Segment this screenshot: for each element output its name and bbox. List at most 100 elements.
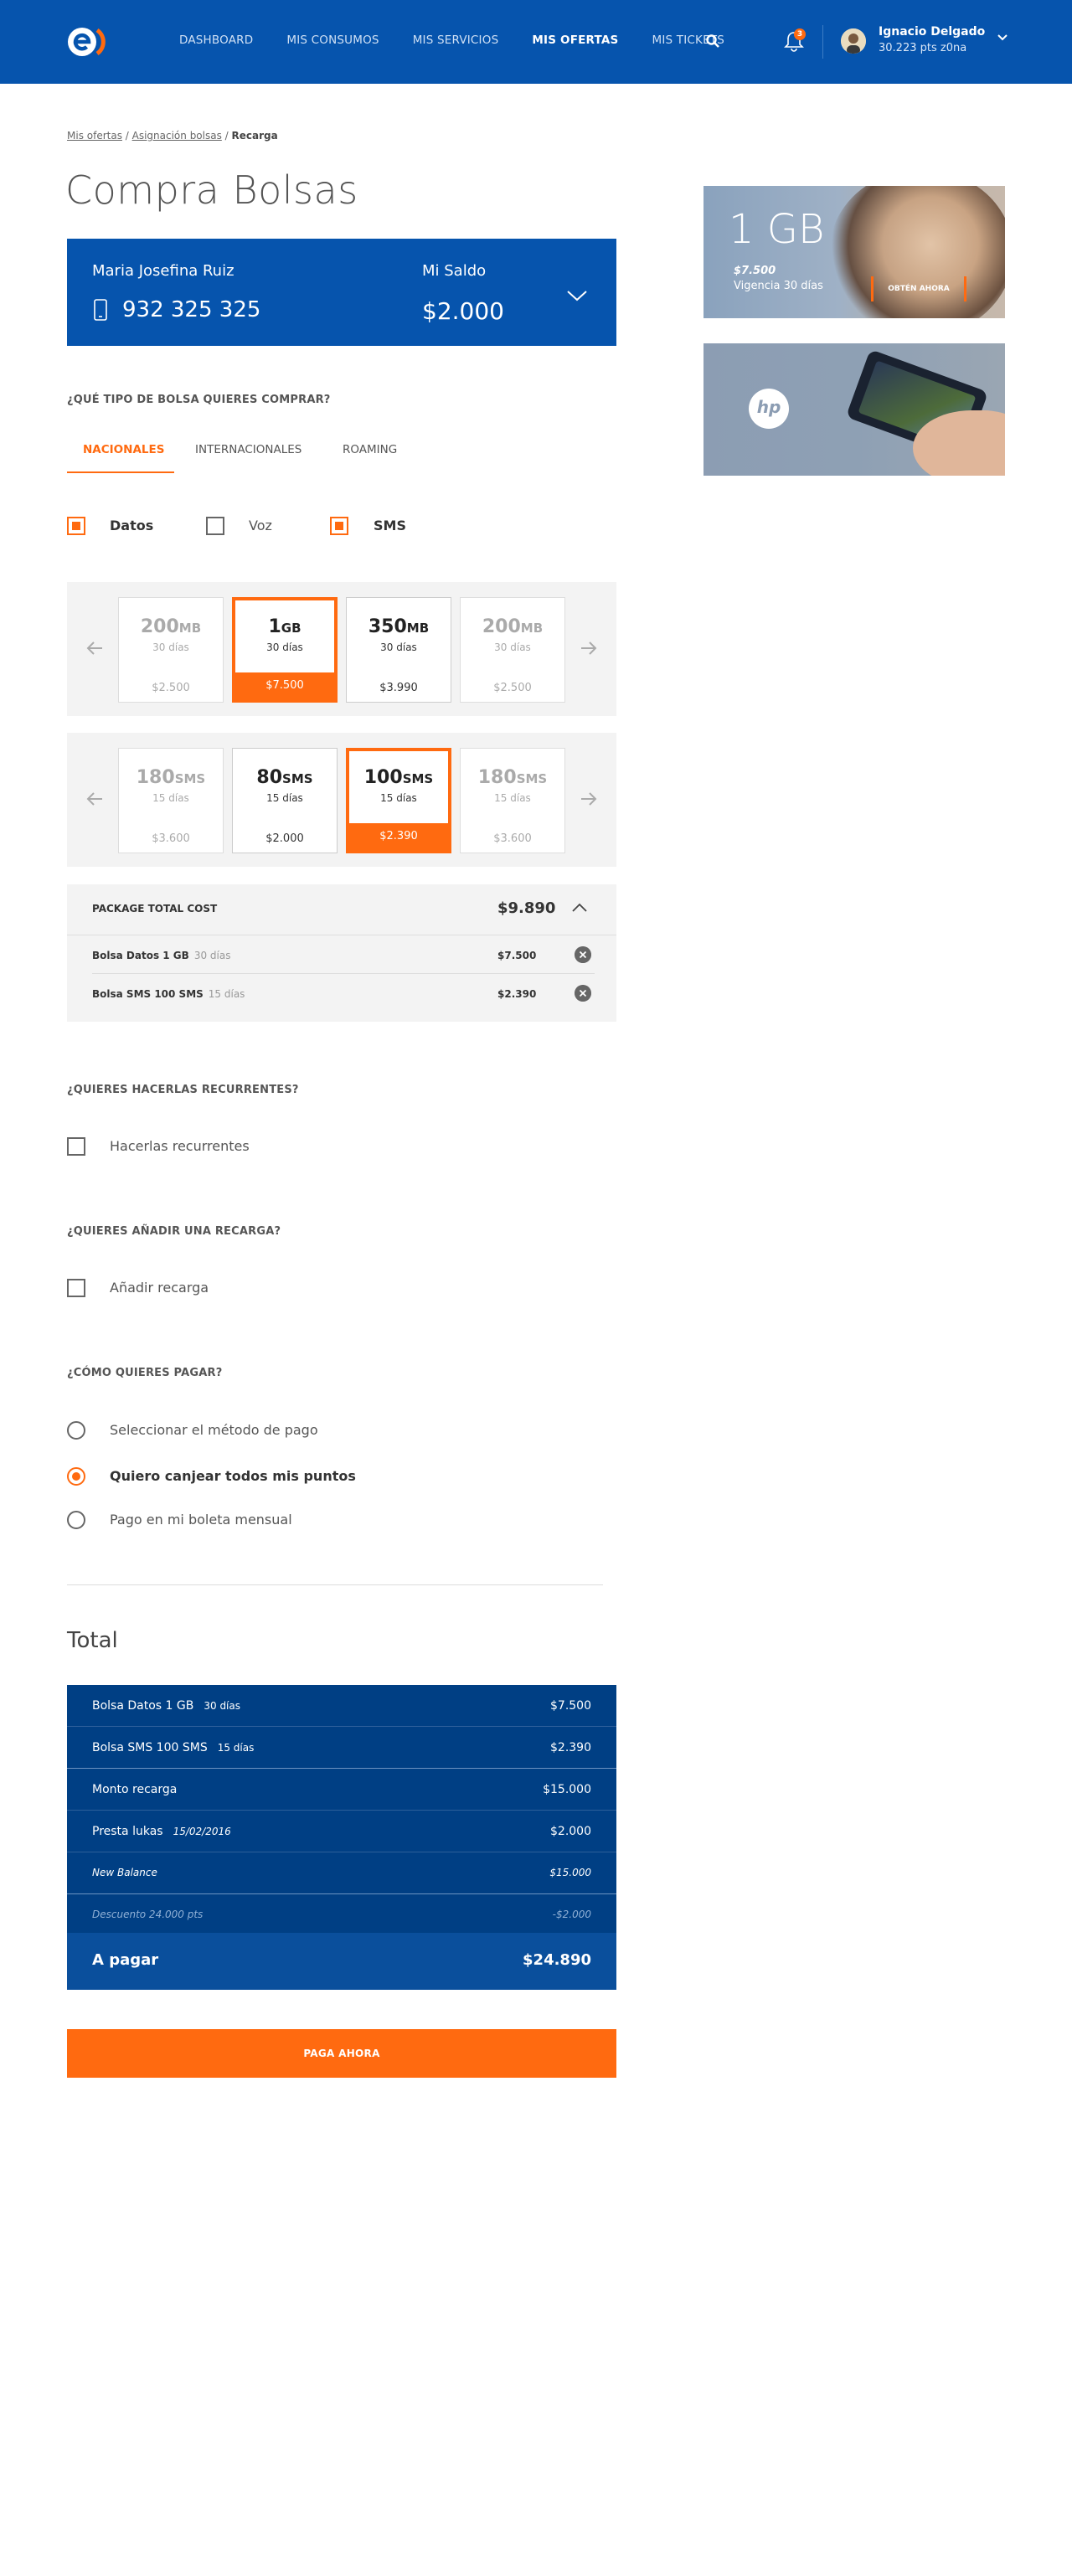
bag-amount: 80 (256, 767, 283, 788)
bag-card[interactable]: 180SMS 15 días $3.600 (460, 748, 565, 853)
hp-logo-text: hp (756, 397, 781, 417)
filter-sms-checkbox[interactable] (330, 517, 348, 535)
header-divider (822, 25, 823, 59)
sms-bags-carousel: 180SMS 15 días $3.600 80SMS 15 días $2.0… (67, 733, 616, 867)
package-total-value: $9.890 (497, 899, 556, 917)
payment-option-label: Quiero canjear todos mis puntos (110, 1468, 356, 1484)
package-item-name: Bolsa SMS 100 SMS (92, 988, 204, 1000)
bag-duration: 15 días (266, 792, 303, 804)
user-photo-icon (841, 28, 866, 54)
tab-internacionales[interactable]: INTERNACIONALES (195, 443, 302, 456)
payment-radio-boleta[interactable] (67, 1511, 85, 1529)
entel-logo[interactable] (67, 25, 106, 59)
top-header: DASHBOARD MIS CONSUMOS MIS SERVICIOS MIS… (0, 0, 1072, 84)
nav-mis-ofertas[interactable]: MIS OFERTAS (532, 33, 618, 47)
avatar[interactable] (841, 28, 866, 54)
search-icon[interactable] (705, 33, 720, 49)
pay-now-button[interactable]: PAGA AHORA (67, 2029, 616, 2078)
recharge-question: ¿QUIERES AÑADIR UNA RECARGA? (67, 1225, 281, 1238)
package-total-panel: PACKAGE TOTAL COST $9.890 Bolsa Datos 1 … (67, 884, 616, 1022)
filter-voz-checkbox[interactable] (206, 517, 224, 535)
bag-duration: 30 días (152, 641, 189, 653)
bag-amount: 200 (482, 616, 521, 637)
bag-type-question: ¿QUÉ TIPO DE BOLSA QUIERES COMPRAR? (67, 394, 331, 406)
bag-unit: SMS (174, 771, 206, 786)
breadcrumb-link-asignacion[interactable]: Asignación bolsas (132, 130, 222, 142)
remove-icon[interactable] (575, 946, 591, 963)
package-item: Bolsa SMS 100 SMS 15 días $2.390 (92, 975, 595, 1013)
breadcrumb: Mis ofertas / Asignación bolsas / Recarg… (67, 130, 278, 142)
total-summary: Bolsa Datos 1 GB 30 días $7.500 Bolsa SMS… (67, 1685, 616, 1990)
filter-datos-checkbox[interactable] (67, 517, 85, 535)
recharge-checkbox[interactable] (67, 1279, 85, 1297)
arrow-right-icon[interactable] (580, 791, 598, 806)
recurrent-checkbox[interactable] (67, 1137, 85, 1156)
chevron-down-icon[interactable] (566, 289, 588, 302)
total-title: Total (67, 1628, 118, 1653)
payment-radio-method[interactable] (67, 1421, 85, 1440)
promo-amount: 1 GB (729, 206, 825, 253)
summary-sub: 15/02/2016 (173, 1826, 231, 1837)
bag-duration: 15 días (380, 792, 417, 804)
amount-to-pay-row: A pagar $24.890 (67, 1933, 616, 1990)
promo-banner-1gb[interactable]: 1 GB $7.500 Vigencia 30 días OBTÉN AHORA (704, 186, 1005, 318)
package-item-price: $7.500 (497, 950, 537, 961)
bag-duration: 15 días (494, 792, 531, 804)
page-title: Compra Bolsas (65, 167, 358, 213)
chevron-down-icon[interactable] (997, 33, 1008, 42)
chevron-up-icon[interactable] (571, 903, 588, 913)
bag-type-tabs: NACIONALES INTERNACIONALES ROAMING (67, 431, 616, 473)
nav-mis-servicios[interactable]: MIS SERVICIOS (413, 33, 499, 47)
bag-amount: 200 (140, 616, 179, 637)
bag-price: $3.600 (152, 832, 190, 845)
recurrent-label: Hacerlas recurrentes (110, 1138, 250, 1154)
hp-promo-banner[interactable]: hp (704, 343, 1005, 476)
breadcrumb-link-mis-ofertas[interactable]: Mis ofertas (67, 130, 122, 142)
summary-value: $15.000 (543, 1783, 591, 1796)
package-item: Bolsa Datos 1 GB 30 días $7.500 (92, 936, 595, 975)
summary-label: Bolsa SMS 100 SMS (92, 1741, 208, 1754)
summary-label: Bolsa Datos 1 GB (92, 1699, 194, 1713)
tab-nacionales[interactable]: NACIONALES (83, 443, 164, 456)
saldo-label: Mi Saldo (422, 262, 487, 280)
remove-icon[interactable] (575, 985, 591, 1002)
active-tab-indicator (67, 471, 174, 473)
arrow-left-icon[interactable] (85, 641, 104, 656)
bag-card[interactable]: 200MB 30 días $2.500 (118, 597, 224, 703)
bag-card[interactable]: 350MB 30 días $3.990 (346, 597, 451, 703)
bag-unit: SMS (282, 771, 313, 786)
promo-cta-button[interactable]: OBTÉN AHORA (871, 276, 966, 301)
bag-unit: GB (281, 621, 302, 636)
divider (92, 973, 595, 974)
account-selector[interactable]: Maria Josefina Ruiz 932 325 325 Mi Saldo… (67, 239, 616, 346)
bag-unit: MB (178, 621, 202, 636)
recurrent-question: ¿QUIERES HACERLAS RECURRENTES? (67, 1084, 299, 1096)
saldo-value: $2.000 (422, 297, 504, 325)
summary-row: Bolsa SMS 100 SMS 15 días $2.390 (67, 1727, 616, 1769)
tab-roaming[interactable]: ROAMING (343, 443, 397, 456)
main-nav: DASHBOARD MIS CONSUMOS MIS SERVICIOS MIS… (179, 33, 758, 47)
nav-mis-consumos[interactable]: MIS CONSUMOS (286, 33, 379, 47)
payment-radio-points[interactable] (67, 1467, 85, 1486)
bag-card-selected[interactable]: 1GB 30 días $7.500 (232, 597, 338, 703)
bag-price: $2.500 (152, 682, 190, 694)
bag-duration: 30 días (380, 641, 417, 653)
summary-label: Descuento 24.000 pts (92, 1909, 204, 1920)
bag-card-selected[interactable]: 100SMS 15 días $2.390 (346, 748, 451, 853)
promo-price: $7.500 (734, 265, 776, 277)
package-item-price: $2.390 (497, 988, 537, 1000)
summary-value: $7.500 (550, 1699, 591, 1713)
promo-validity: Vigencia 30 días (734, 280, 823, 292)
nav-dashboard[interactable]: DASHBOARD (179, 33, 253, 47)
package-item-duration: 15 días (208, 988, 245, 1000)
bag-card[interactable]: 80SMS 15 días $2.000 (232, 748, 338, 853)
package-item-duration: 30 días (193, 950, 231, 961)
summary-value: -$2.000 (552, 1909, 591, 1920)
arrow-right-icon[interactable] (580, 641, 598, 656)
arrow-left-icon[interactable] (85, 791, 104, 806)
bag-card[interactable]: 180SMS 15 días $3.600 (118, 748, 224, 853)
bag-price: $7.500 (235, 672, 334, 699)
data-bags-carousel: 200MB 30 días $2.500 1GB 30 días $7.500 … (67, 582, 616, 716)
summary-sub: 15 días (217, 1742, 255, 1754)
bag-card[interactable]: 200MB 30 días $2.500 (460, 597, 565, 703)
